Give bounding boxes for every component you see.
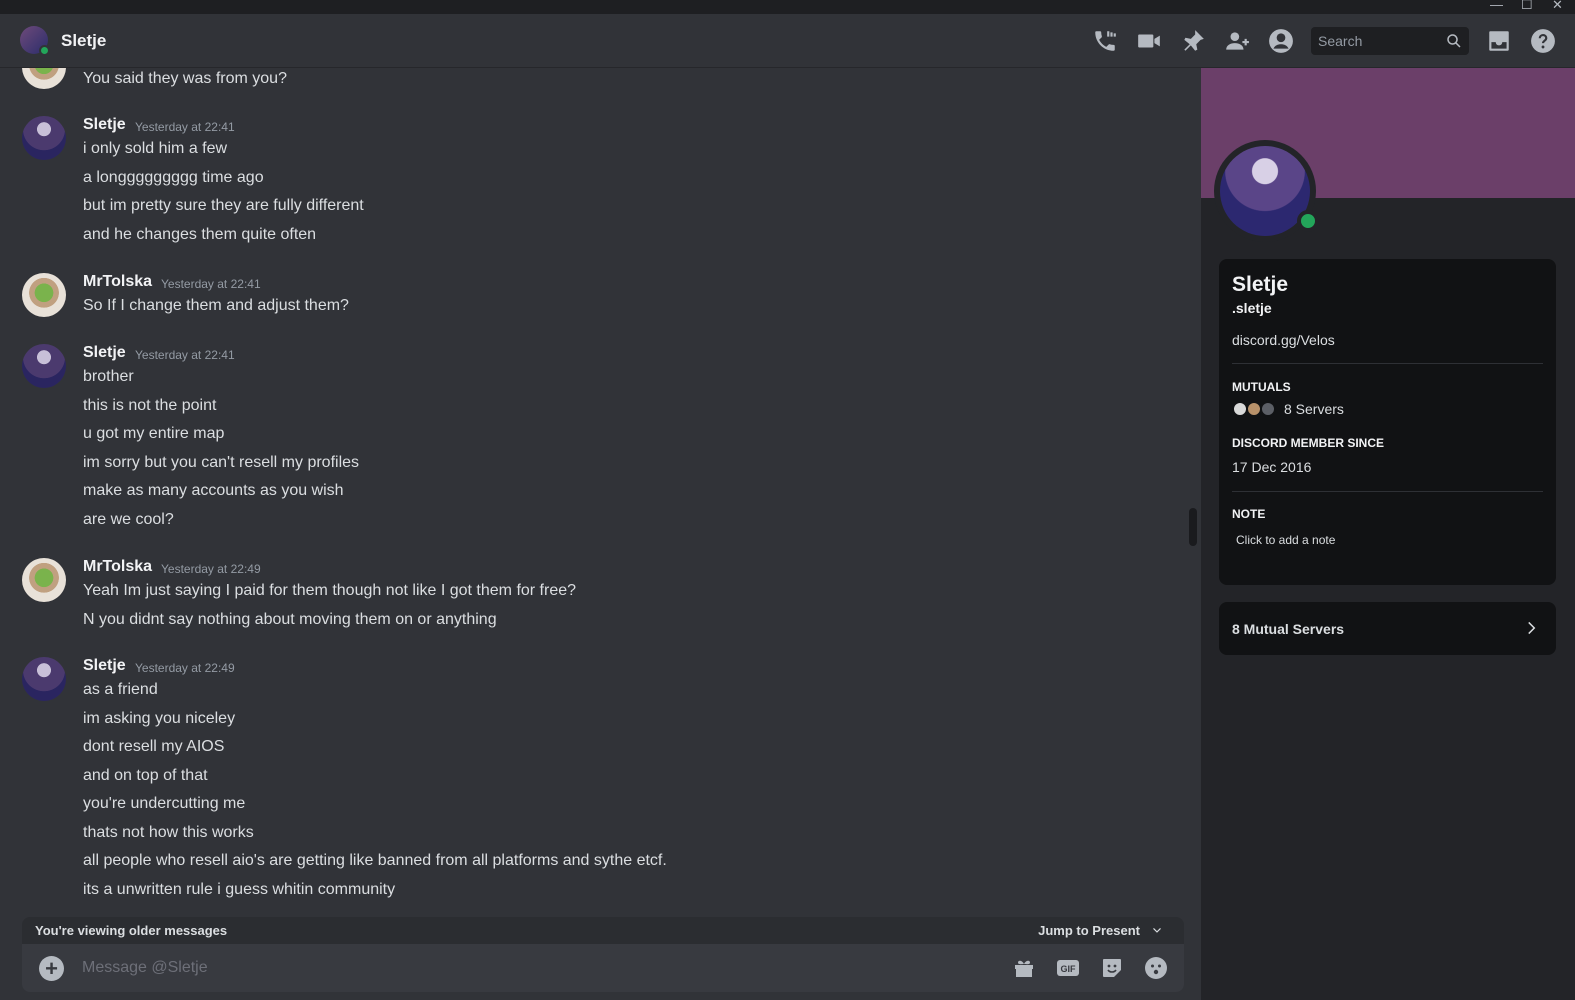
message-text: i only sold him a few — [83, 140, 228, 157]
message-text: you're undercutting me — [83, 795, 246, 812]
add-friend-icon[interactable] — [1223, 27, 1251, 55]
message-text: are we cool? — [83, 511, 174, 528]
maximize-button[interactable]: ☐ — [1521, 0, 1533, 12]
chevron-right-icon — [1522, 619, 1540, 637]
message-timestamp: Yesterday at 22:49 — [135, 661, 235, 675]
avatar[interactable] — [22, 116, 66, 160]
message-text: and he changes them quite often — [83, 226, 317, 243]
avatar[interactable] — [22, 273, 66, 317]
message-author[interactable]: MrTolska — [83, 558, 152, 576]
close-window-button[interactable]: ✕ — [1552, 0, 1563, 12]
older-messages-text: You're viewing older messages — [35, 923, 228, 938]
member-since-heading: DISCORD MEMBER SINCE — [1232, 436, 1385, 450]
note-input[interactable]: Click to add a note — [1236, 533, 1335, 547]
sticker-icon[interactable] — [1099, 955, 1125, 981]
scrollbar-thumb[interactable] — [1189, 508, 1197, 546]
avatar[interactable] — [22, 68, 66, 89]
user-profile-panel: Sletje .sletje discord.gg/Velos MUTUALS … — [1201, 68, 1575, 1000]
mutual-servers-button[interactable]: 8 Mutual Servers — [1219, 602, 1556, 655]
online-status-indicator — [39, 45, 50, 56]
message-timestamp: Yesterday at 22:49 — [161, 562, 261, 576]
window-titlebar: — ☐ ✕ — [0, 0, 1575, 14]
message-timestamp: Yesterday at 22:41 — [135, 348, 235, 362]
message-author[interactable]: Sletje — [83, 344, 126, 362]
message-text: You said they was from you? — [83, 70, 287, 87]
phone-call-icon[interactable] — [1091, 27, 1119, 55]
mutuals-count[interactable]: 8 Servers — [1284, 401, 1344, 417]
message-text: and on top of that — [83, 767, 208, 784]
profile-card: Sletje .sletje discord.gg/Velos MUTUALS … — [1219, 259, 1556, 585]
svg-text:GIF: GIF — [1061, 964, 1077, 974]
message-text: So If I change them and adjust them? — [83, 297, 349, 314]
search-box[interactable] — [1311, 27, 1469, 55]
mutual-server-icons[interactable] — [1232, 401, 1282, 417]
message-author[interactable]: MrTolska — [83, 273, 152, 291]
message-text: N you didnt say nothing about moving the… — [83, 611, 497, 628]
note-heading: NOTE — [1232, 507, 1266, 521]
jump-to-present-button[interactable]: Jump to Present — [1038, 923, 1164, 938]
server-icon — [1260, 401, 1276, 417]
message-composer: + GIF — [22, 944, 1184, 992]
divider — [1232, 363, 1543, 364]
message-text: this is not the point — [83, 397, 217, 414]
minimize-button[interactable]: — — [1490, 0, 1503, 12]
message-text: im sorry but you can't resell my profile… — [83, 454, 360, 471]
message-text: its a unwritten rule i guess whitin comm… — [83, 881, 396, 898]
avatar[interactable] — [22, 558, 66, 602]
member-since-date: 17 Dec 2016 — [1232, 459, 1312, 475]
online-status-indicator — [1297, 210, 1319, 232]
jump-to-present-label: Jump to Present — [1038, 923, 1140, 938]
pin-icon[interactable] — [1179, 27, 1207, 55]
message-text: as a friend — [83, 681, 158, 698]
chevron-down-icon — [1153, 927, 1161, 933]
message-author[interactable]: Sletje — [83, 116, 126, 134]
message-text: all people who resell aio's are getting … — [83, 852, 667, 869]
mutuals-heading: MUTUALS — [1232, 380, 1291, 394]
avatar[interactable] — [20, 26, 50, 56]
dm-recipient-name[interactable]: Sletje — [61, 31, 106, 51]
message-text: thats not how this works — [83, 824, 254, 841]
older-messages-bar: You're viewing older messages Jump to Pr… — [22, 917, 1184, 944]
message-input[interactable] — [82, 954, 982, 982]
profile-username: .sletje — [1232, 300, 1272, 316]
divider — [1232, 491, 1543, 492]
message-author[interactable]: Sletje — [83, 657, 126, 675]
profile-display-name: Sletje — [1232, 273, 1289, 296]
message-text: Yeah Im just saying I paid for them thou… — [83, 582, 577, 599]
message-text: brother — [83, 368, 134, 385]
video-call-icon[interactable] — [1135, 27, 1163, 55]
avatar[interactable] — [22, 344, 66, 388]
profile-bio-link[interactable]: discord.gg/Velos — [1232, 332, 1335, 348]
attach-plus-icon[interactable]: + — [39, 956, 64, 981]
message-text: but im pretty sure they are fully differ… — [83, 197, 364, 214]
user-profile-icon[interactable] — [1267, 27, 1295, 55]
gift-icon[interactable] — [1011, 955, 1037, 981]
dm-header: Sletje — [0, 14, 1575, 68]
message-timestamp: Yesterday at 22:41 — [135, 120, 235, 134]
search-input[interactable] — [1311, 27, 1441, 55]
message-list: You said they was from you? Sletje Yeste… — [0, 68, 1200, 1000]
profile-avatar-frame — [1214, 140, 1319, 242]
emoji-icon[interactable] — [1143, 955, 1169, 981]
message-text: a longgggggggg time ago — [83, 169, 264, 186]
message-text: make as many accounts as you wish — [83, 482, 344, 499]
search-icon[interactable] — [1445, 32, 1463, 50]
gif-icon[interactable]: GIF — [1055, 955, 1081, 981]
help-icon[interactable] — [1529, 27, 1557, 55]
message-text: im asking you niceley — [83, 710, 236, 727]
mutual-servers-label: 8 Mutual Servers — [1232, 621, 1345, 637]
avatar[interactable] — [22, 657, 66, 701]
message-text: u got my entire map — [83, 425, 225, 442]
message-text: dont resell my AIOS — [83, 738, 225, 755]
message-timestamp: Yesterday at 22:41 — [161, 277, 261, 291]
inbox-icon[interactable] — [1485, 27, 1513, 55]
